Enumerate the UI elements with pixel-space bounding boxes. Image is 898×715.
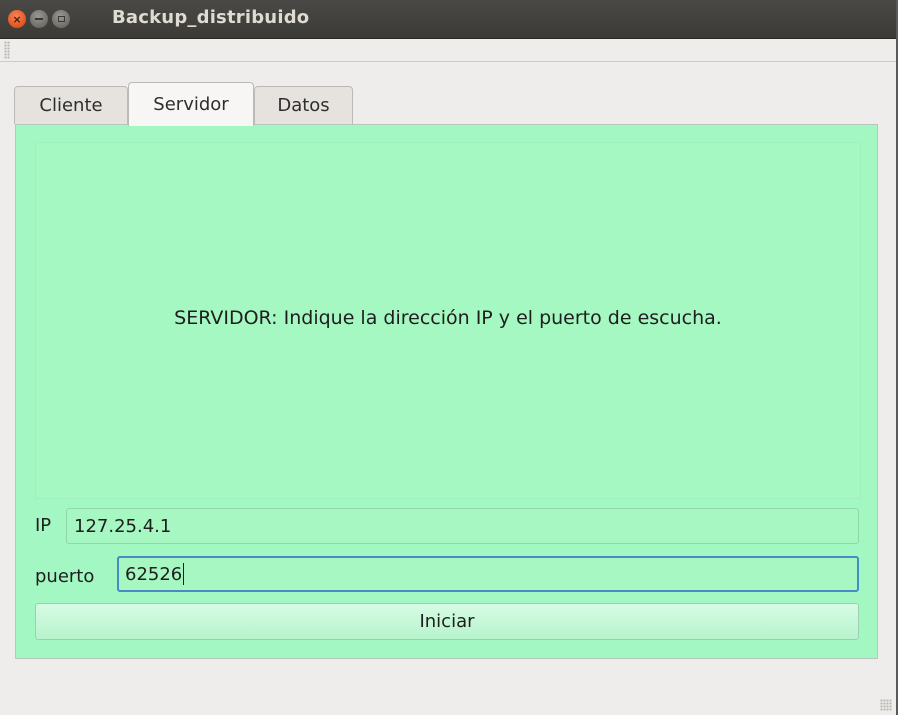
tab-label: Servidor: [153, 94, 229, 115]
tab-cliente[interactable]: Cliente: [14, 86, 128, 124]
maximize-window-button[interactable]: [52, 10, 70, 28]
port-input[interactable]: 62526: [117, 556, 859, 592]
tab-servidor[interactable]: Servidor: [128, 82, 254, 126]
maximize-icon: [57, 16, 65, 22]
ip-value: 127.25.4.1: [74, 515, 172, 537]
tab-label: Cliente: [39, 95, 103, 116]
start-button[interactable]: Iniciar: [35, 603, 859, 640]
minimize-icon: [35, 18, 43, 20]
title-bar[interactable]: × Backup_distribuido: [0, 0, 896, 39]
tab-label: Datos: [277, 95, 330, 116]
toolbar-grip-icon[interactable]: [4, 41, 10, 59]
ip-label: IP: [35, 515, 52, 536]
info-box: SERVIDOR: Indique la dirección IP y el p…: [35, 142, 861, 499]
text-caret: [183, 563, 185, 585]
menu-bar: [0, 39, 896, 62]
servidor-panel: SERVIDOR: Indique la dirección IP y el p…: [15, 124, 878, 659]
port-value: 62526: [125, 563, 183, 585]
close-window-button[interactable]: ×: [8, 10, 26, 28]
tab-datos[interactable]: Datos: [254, 86, 353, 124]
close-icon: ×: [12, 12, 22, 26]
port-label: puerto: [35, 566, 95, 587]
start-button-label: Iniciar: [419, 611, 475, 632]
app-window: × Backup_distribuido Cliente Servidor Da…: [0, 0, 898, 715]
resize-grip-icon[interactable]: [880, 699, 892, 711]
ip-input[interactable]: 127.25.4.1: [66, 508, 859, 544]
info-text: SERVIDOR: Indique la dirección IP y el p…: [174, 307, 722, 329]
minimize-window-button[interactable]: [30, 10, 48, 28]
window-title: Backup_distribuido: [112, 7, 310, 28]
